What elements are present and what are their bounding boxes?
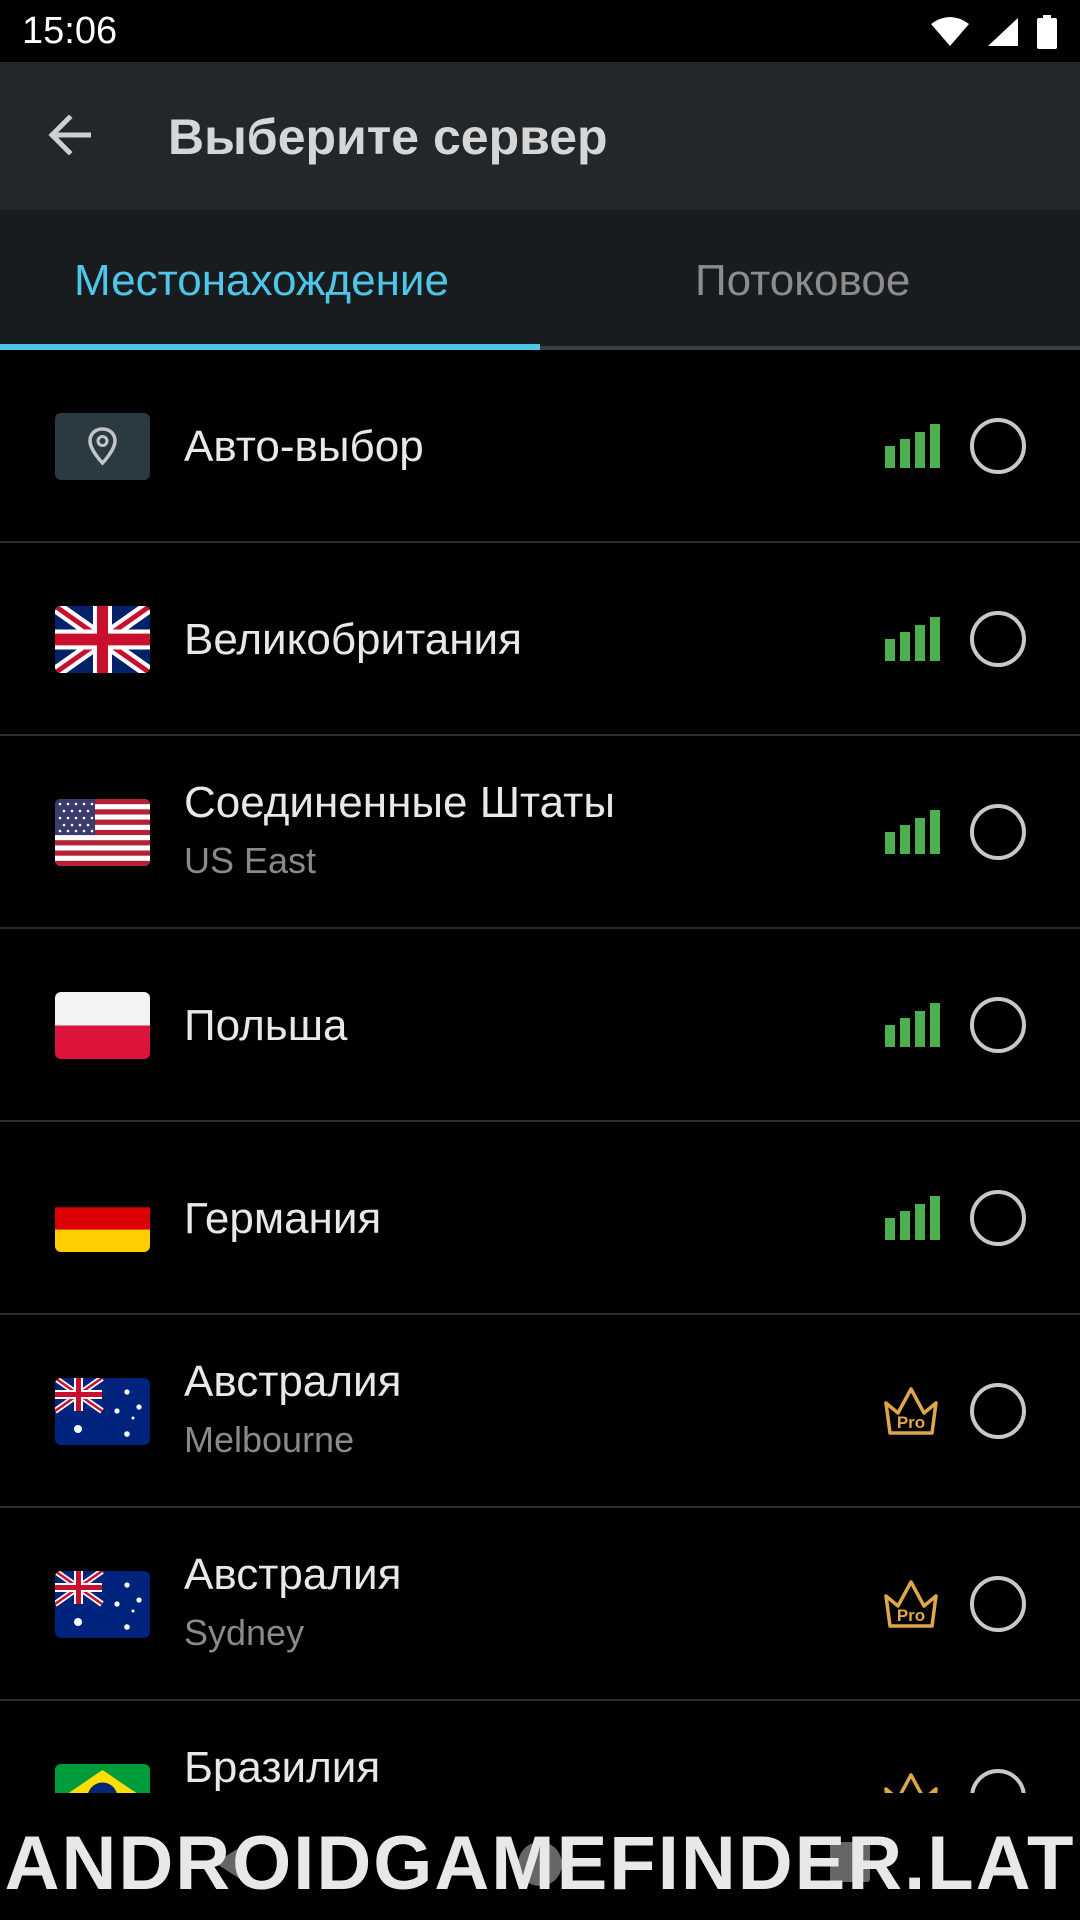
server-list[interactable]: Авто-выбор Великобритания Соединенные Шт…: [0, 350, 1080, 1793]
server-row-germany[interactable]: Германия: [0, 1122, 1080, 1315]
tab-locations[interactable]: Местонахождение: [0, 210, 540, 350]
server-title: Австралия: [184, 1357, 402, 1406]
server-row-poland[interactable]: Польша: [0, 929, 1080, 1122]
cellular-signal-icon: [988, 18, 1018, 46]
tab-bar: Местонахождение Потоковое: [0, 210, 1080, 350]
server-row-brazil[interactable]: Бразилия: [0, 1701, 1080, 1793]
status-bar: 15:06: [0, 0, 1080, 62]
tab-locations-label: Местонахождение: [74, 256, 449, 305]
tab-streaming[interactable]: Потоковое: [540, 210, 1080, 350]
brazil-flag-icon: [55, 1764, 150, 1793]
app-bar: Выберите сервер: [0, 62, 1080, 210]
server-title: Великобритания: [184, 615, 522, 664]
server-radio[interactable]: [970, 611, 1026, 667]
arrow-left-icon: [48, 115, 91, 155]
pro-crown-icon: Pro: [884, 1580, 938, 1628]
australia-flag-icon: [55, 1571, 150, 1638]
tab-streaming-label: Потоковое: [695, 256, 911, 305]
signal-strength-icon: [885, 424, 940, 468]
server-radio[interactable]: [970, 1190, 1026, 1246]
server-title: Бразилия: [184, 1743, 381, 1792]
server-radio[interactable]: [970, 418, 1026, 474]
australia-flag-icon: [55, 1378, 150, 1445]
server-radio[interactable]: [970, 997, 1026, 1053]
server-title: Авто-выбор: [184, 422, 424, 471]
pro-label: Pro: [897, 1606, 925, 1625]
server-radio[interactable]: [970, 804, 1026, 860]
battery-icon: [1037, 15, 1057, 49]
status-time: 15:06: [22, 10, 118, 52]
us-flag-icon: [55, 799, 150, 866]
server-subtitle: US East: [184, 840, 317, 881]
server-radio[interactable]: [970, 1576, 1026, 1632]
server-row-australia-melbourne[interactable]: Австралия Melbourne Pro: [0, 1315, 1080, 1508]
server-title: Германия: [184, 1194, 382, 1243]
server-title: Соединенные Штаты: [184, 778, 615, 827]
pro-label: Pro: [897, 1413, 925, 1432]
page-title: Выберите сервер: [168, 109, 608, 165]
pro-crown-icon: Pro: [884, 1387, 938, 1435]
server-subtitle: Melbourne: [184, 1419, 355, 1460]
server-subtitle: Sydney: [184, 1612, 305, 1653]
server-row-us[interactable]: Соединенные Штаты US East: [0, 736, 1080, 929]
server-title: Австралия: [184, 1550, 402, 1599]
signal-strength-icon: [885, 1196, 940, 1240]
server-row-uk[interactable]: Великобритания: [0, 543, 1080, 736]
back-button[interactable]: [36, 102, 102, 168]
server-radio[interactable]: [970, 1383, 1026, 1439]
poland-flag-icon: [55, 992, 150, 1059]
signal-strength-icon: [885, 617, 940, 661]
server-row-auto[interactable]: Авто-выбор: [0, 350, 1080, 543]
germany-flag-icon: [55, 1185, 150, 1252]
uk-flag-icon: [55, 606, 150, 673]
watermark: ANDROIDGAMEFINDER.LAT: [4, 1821, 1076, 1906]
server-row-australia-sydney[interactable]: Австралия Sydney Pro: [0, 1508, 1080, 1701]
signal-strength-icon: [885, 1003, 940, 1047]
location-pin-icon: [55, 413, 150, 480]
wifi-icon: [931, 17, 969, 46]
server-radio[interactable]: [970, 1769, 1026, 1793]
signal-strength-icon: [885, 810, 940, 854]
server-title: Польша: [184, 1001, 348, 1050]
pro-crown-icon: [884, 1773, 938, 1793]
status-icons: [930, 14, 1058, 50]
